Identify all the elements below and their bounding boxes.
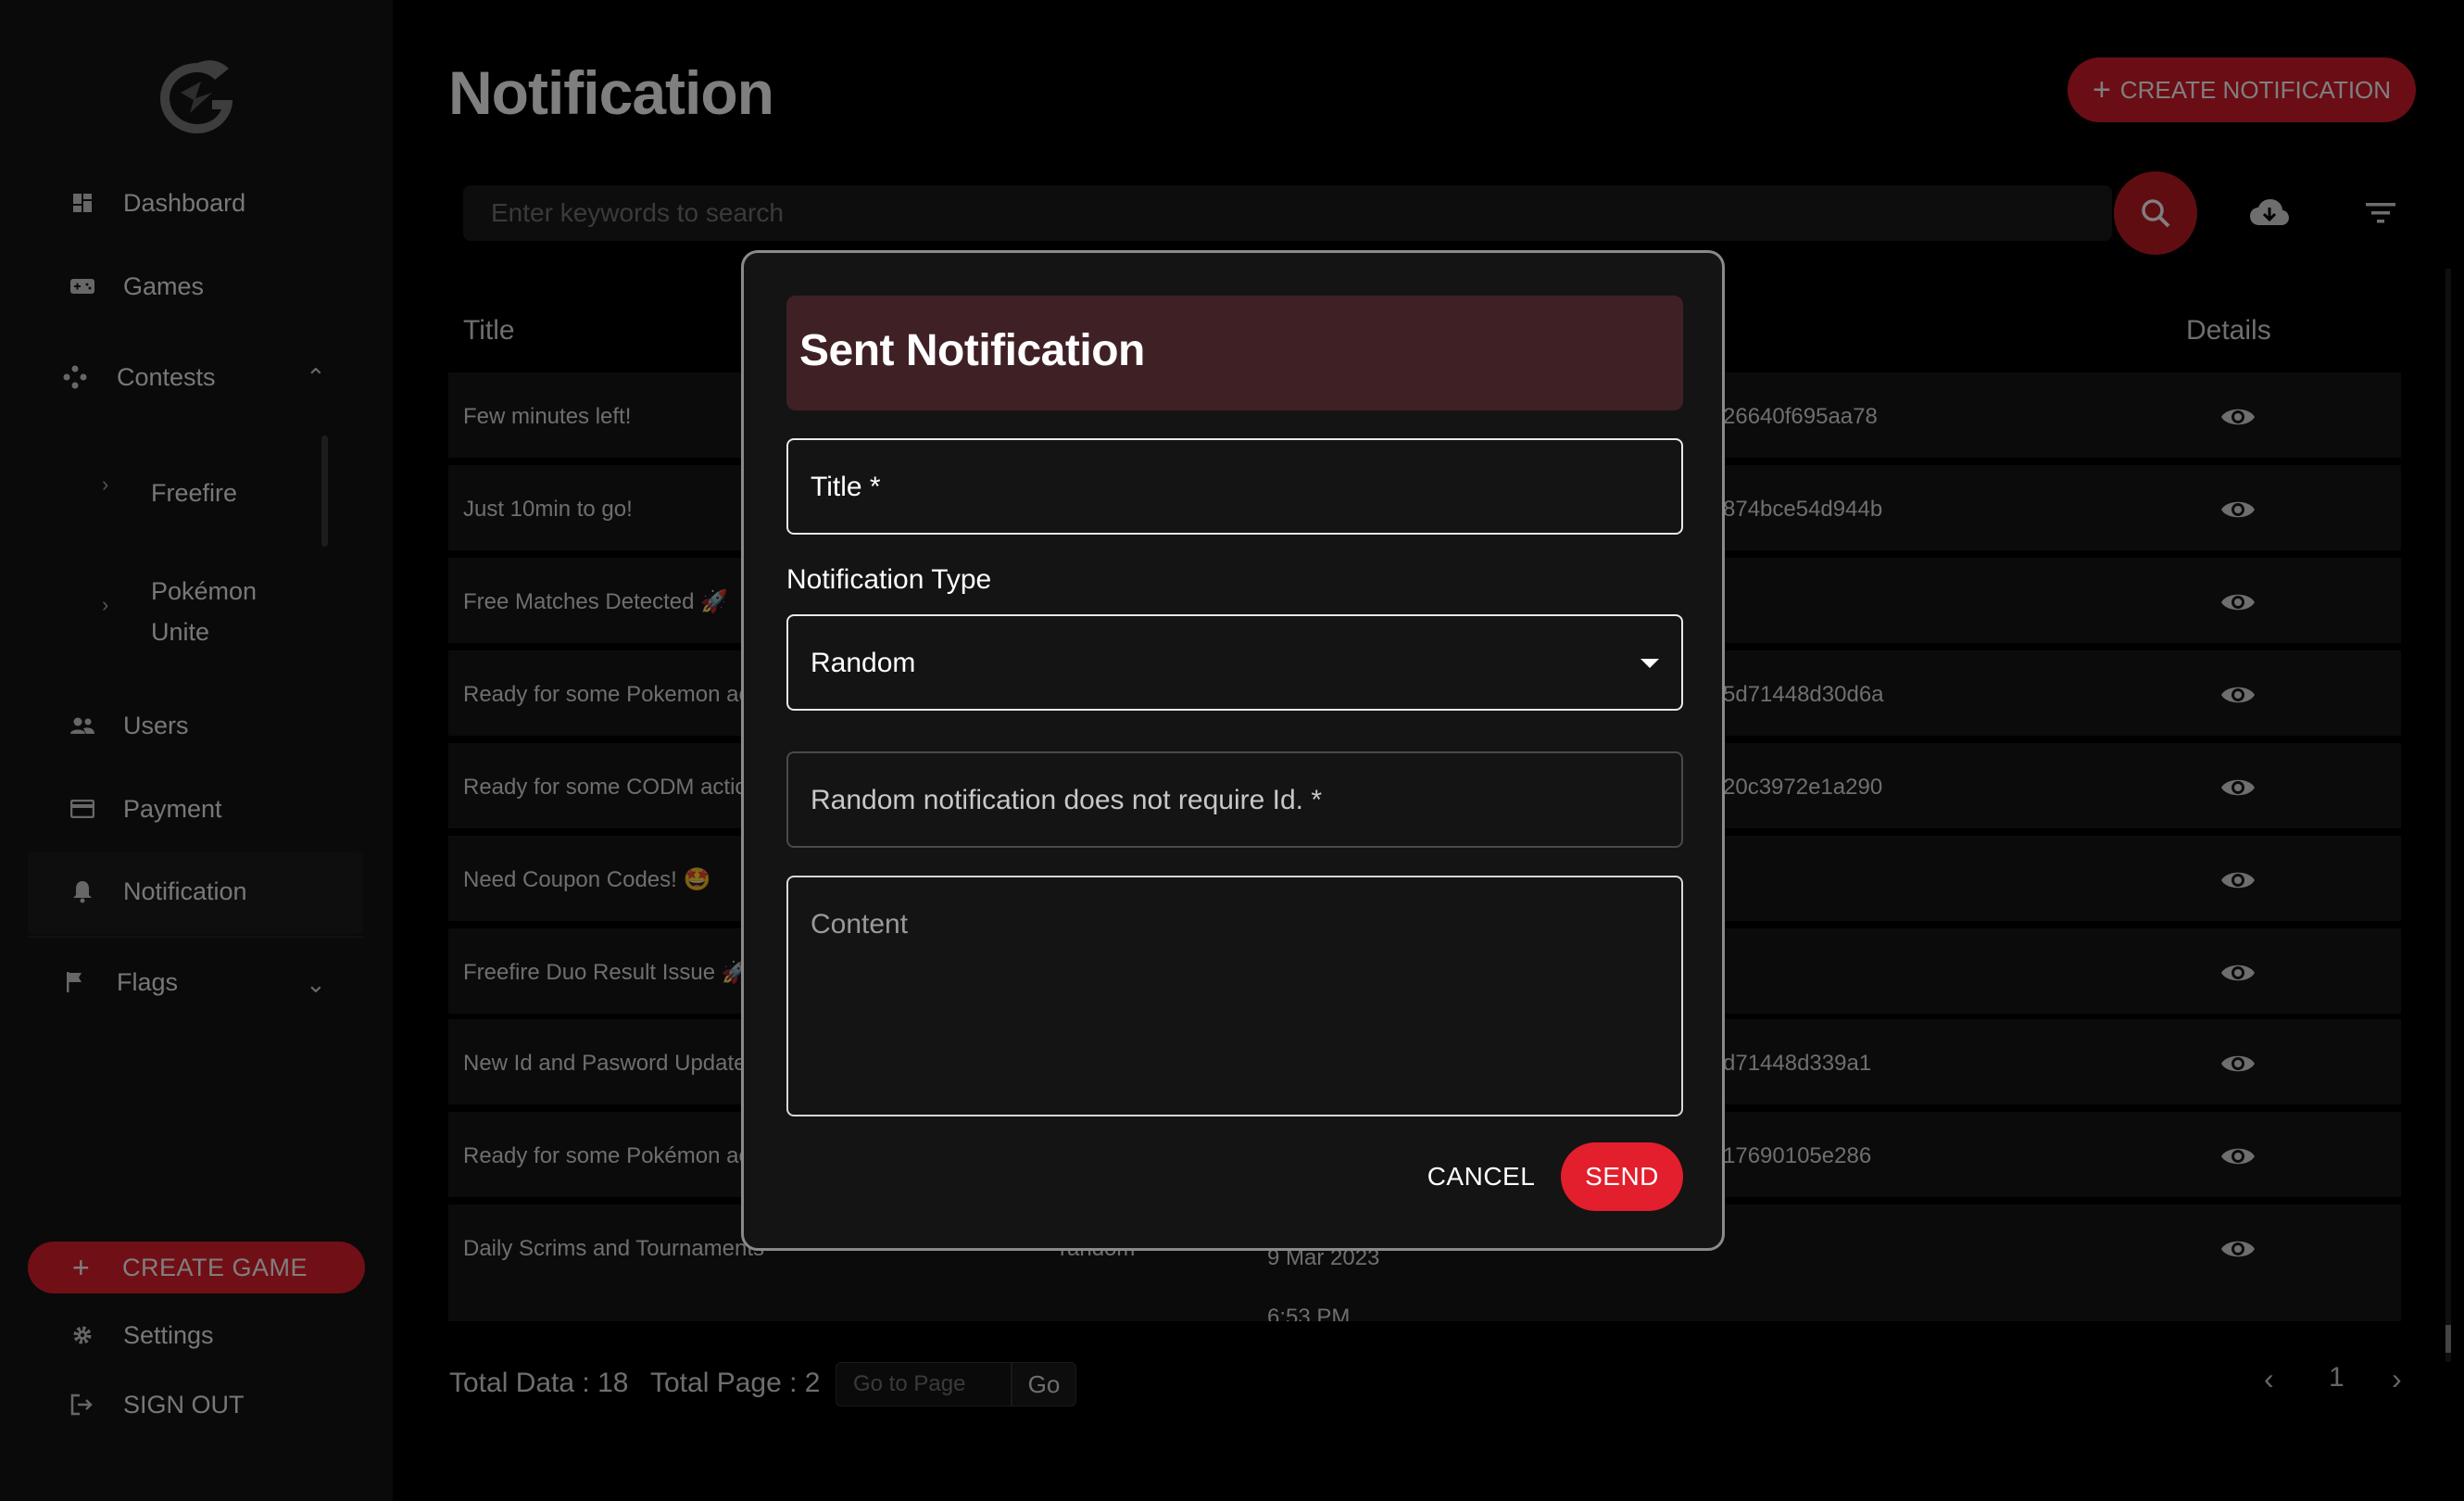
id-field-placeholder: Random notification does not require Id.… (811, 785, 1322, 815)
notification-type-value: Random (811, 648, 916, 678)
dialog-title: Sent Notification (799, 326, 1145, 375)
id-field[interactable]: Random notification does not require Id.… (786, 751, 1683, 848)
content-field[interactable]: Content (786, 876, 1683, 1116)
dropdown-arrow-icon (1641, 659, 1659, 668)
content-field-placeholder: Content (811, 909, 909, 940)
notification-type-select[interactable]: Random (786, 614, 1683, 711)
dialog-header: Sent Notification (786, 296, 1683, 410)
notification-type-label: Notification Type (786, 564, 992, 595)
send-button[interactable]: SEND (1561, 1142, 1683, 1211)
title-field[interactable]: Title * (786, 438, 1683, 535)
send-notification-dialog: Sent Notification Title * Notification T… (741, 250, 1725, 1251)
app-root: Dashboard Games Contests ⌃ › Freefire › … (0, 0, 2464, 1501)
title-field-placeholder: Title * (811, 472, 881, 502)
cancel-button[interactable]: CANCEL (1416, 1142, 1546, 1211)
